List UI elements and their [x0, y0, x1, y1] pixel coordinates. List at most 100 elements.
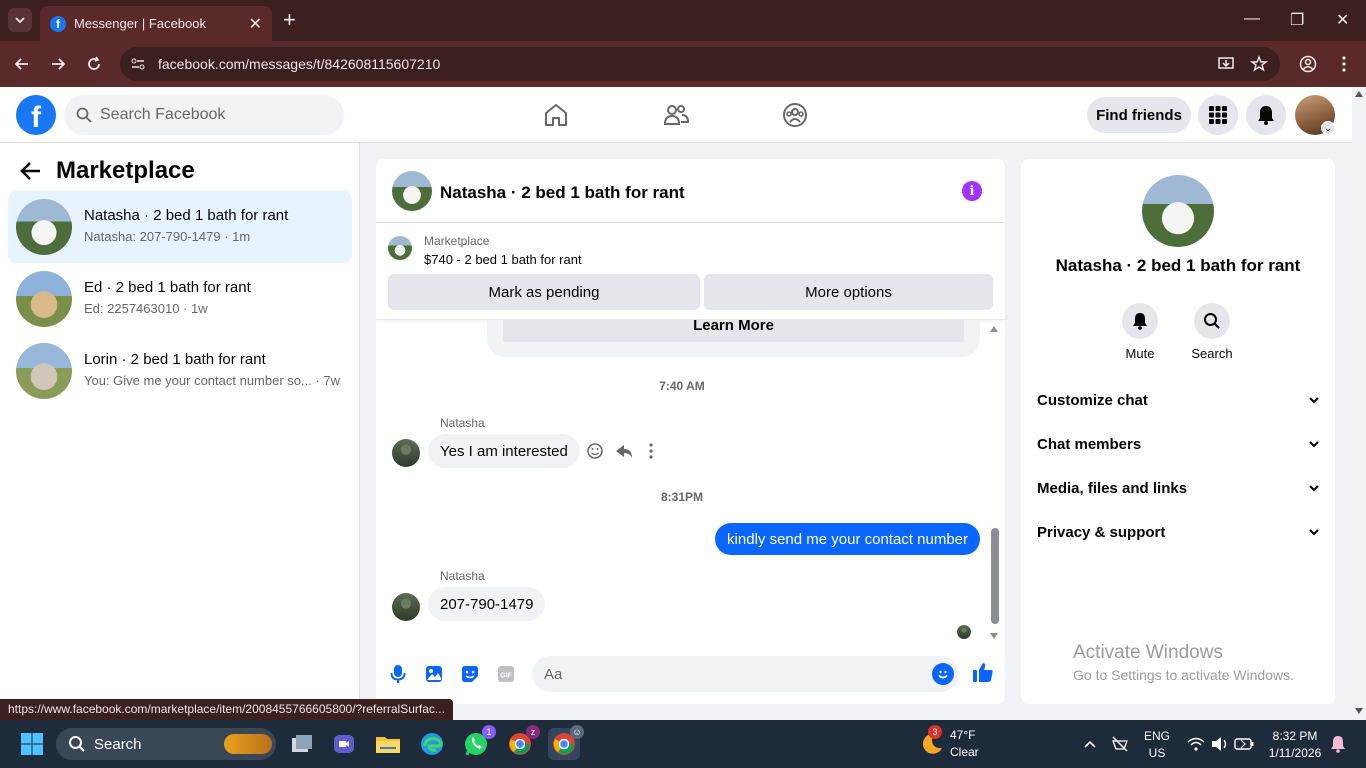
bell-icon — [1133, 313, 1147, 330]
file-explorer-app[interactable] — [372, 728, 404, 760]
chat-members-section[interactable]: Chat members — [1029, 422, 1327, 466]
battery-icon[interactable] — [1228, 728, 1260, 760]
customize-chat-section[interactable]: Customize chat — [1029, 378, 1327, 422]
back-button[interactable] — [12, 54, 32, 74]
privacy-support-section[interactable]: Privacy & support — [1029, 510, 1327, 554]
friends-icon — [663, 105, 690, 125]
message-composer: GIF — [376, 648, 1005, 704]
info-icon[interactable]: i — [962, 181, 982, 201]
more-options-button[interactable]: More options — [704, 274, 993, 310]
nav-home[interactable] — [542, 101, 570, 129]
nav-friends[interactable] — [662, 101, 690, 129]
minimize-button[interactable]: — — [1244, 10, 1260, 28]
search-input[interactable] — [100, 106, 320, 124]
edge-app[interactable] — [416, 728, 448, 760]
facebook-logo[interactable]: f — [16, 95, 56, 135]
conversation-details-panel: Natasha · 2 bed 1 bath for rant Mute Sea… — [1021, 159, 1335, 704]
start-button[interactable] — [16, 728, 48, 760]
page-scrollbar[interactable] — [1352, 87, 1366, 720]
learn-more-button[interactable]: Learn More — [503, 320, 964, 342]
bookmark-button[interactable] — [1249, 54, 1269, 74]
scroll-down-icon[interactable] — [1355, 708, 1363, 714]
site-settings-icon[interactable] — [130, 56, 146, 72]
thumbs-up-icon — [973, 663, 993, 682]
more-icon[interactable] — [649, 443, 653, 459]
chat-scroll-thumb[interactable] — [991, 528, 999, 624]
facebook-favicon-icon: f — [50, 15, 66, 32]
menu-button[interactable] — [1198, 95, 1238, 135]
emoji-button[interactable] — [932, 663, 954, 685]
restore-button[interactable]: ❐ — [1290, 10, 1304, 30]
task-view-button[interactable] — [286, 728, 318, 760]
clock-time[interactable]: 8:32 PM — [1264, 729, 1326, 743]
account-chevron-icon[interactable]: ⌄ — [1321, 121, 1335, 135]
clock-date[interactable]: 1/11/2026 — [1264, 746, 1326, 760]
keyboard-region[interactable]: US — [1142, 746, 1172, 760]
send-like-button[interactable] — [972, 661, 994, 688]
listing-thumbnail[interactable] — [388, 236, 412, 260]
listing-price-title[interactable]: $740 - 2 bed 1 bath for rant — [424, 252, 582, 267]
nav-groups[interactable] — [781, 101, 809, 129]
taskbar-search[interactable]: Search — [56, 728, 276, 760]
chevron-down-icon — [1309, 441, 1319, 448]
sender-avatar[interactable] — [392, 593, 420, 621]
chevron-down-icon — [1309, 529, 1319, 536]
whatsapp-app[interactable]: 1 — [460, 725, 496, 760]
details-avatar[interactable] — [1142, 175, 1214, 247]
notifications-button[interactable] — [1246, 95, 1286, 135]
react-icon[interactable] — [587, 443, 603, 459]
scroll-up-icon[interactable] — [989, 325, 999, 333]
scroll-up-icon[interactable] — [1355, 91, 1363, 97]
language-code[interactable]: ENG — [1142, 729, 1172, 743]
reload-button[interactable] — [84, 54, 104, 74]
chrome-app-active[interactable]: ☺ — [548, 725, 584, 760]
chat-title[interactable]: Natasha · 2 bed 1 bath for rant — [440, 183, 685, 203]
address-bar[interactable]: facebook.com/messages/t/842608115607210 — [120, 47, 1280, 81]
section-label: Privacy & support — [1037, 523, 1166, 541]
chrome-app-profile[interactable]: z — [504, 725, 540, 760]
gif-button[interactable]: GIF — [494, 662, 518, 686]
sticker-button[interactable] — [458, 662, 482, 686]
video-chat-icon — [334, 735, 354, 753]
browser-menu-button[interactable] — [1334, 54, 1354, 74]
forward-button[interactable] — [48, 54, 68, 74]
browser-tab[interactable]: f Messenger | Facebook ✕ — [40, 6, 272, 41]
outgoing-message[interactable]: kindly send me your contact number — [715, 523, 980, 555]
install-icon — [1218, 57, 1234, 69]
facebook-search[interactable] — [64, 95, 344, 135]
meet-app[interactable] — [328, 728, 360, 760]
voice-clip-button[interactable] — [386, 662, 410, 686]
speaker-icon — [1212, 737, 1227, 751]
incoming-message[interactable]: Yes I am interested — [428, 434, 580, 468]
tab-close-icon[interactable]: ✕ — [249, 14, 262, 34]
conversation-item[interactable]: Lorin · 2 bed 1 bath for rant You: Give … — [8, 335, 352, 407]
search-in-conversation-button[interactable]: Search — [1182, 303, 1242, 361]
chat-header: Natasha · 2 bed 1 bath for rant i — [376, 159, 1005, 223]
weather-widget[interactable]: 3 — [916, 725, 948, 760]
media-files-links-section[interactable]: Media, files and links — [1029, 466, 1327, 510]
chat-avatar[interactable] — [392, 171, 432, 211]
reply-icon[interactable] — [616, 445, 632, 458]
scroll-down-icon[interactable] — [989, 632, 999, 640]
attach-photo-button[interactable] — [422, 662, 446, 686]
conversation-item[interactable]: Natasha · 2 bed 1 bath for rant Natasha:… — [8, 191, 352, 263]
profile-button[interactable] — [1298, 54, 1318, 74]
conversation-avatar — [16, 343, 72, 399]
new-tab-button[interactable]: + — [283, 9, 296, 31]
install-app-button[interactable] — [1216, 54, 1236, 74]
message-input[interactable] — [532, 656, 959, 692]
incoming-message[interactable]: 207-790-1479 — [428, 587, 546, 621]
close-window-button[interactable]: ✕ — [1336, 10, 1349, 30]
mark-as-pending-button[interactable]: Mark as pending — [388, 274, 700, 310]
mute-button[interactable]: Mute — [1110, 303, 1170, 361]
back-button[interactable] — [20, 161, 42, 186]
find-friends-button[interactable]: Find friends — [1087, 97, 1191, 133]
location-off-icon[interactable] — [1104, 728, 1136, 760]
sender-avatar[interactable] — [392, 439, 420, 467]
message-actions — [587, 443, 653, 459]
notification-center-button[interactable] — [1322, 728, 1354, 760]
conversation-item[interactable]: Ed · 2 bed 1 bath for rant Ed: 225746301… — [8, 263, 352, 335]
emoji-icon — [938, 670, 948, 679]
show-hidden-icons[interactable] — [1074, 728, 1106, 760]
tab-search-button[interactable] — [8, 8, 32, 32]
